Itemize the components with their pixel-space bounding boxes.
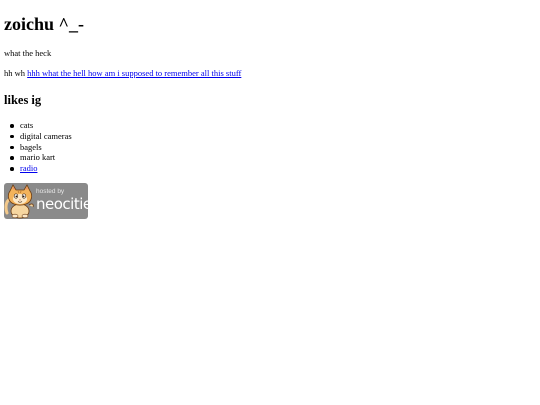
- intro-link[interactable]: hhh what the hell how am i supposed to r…: [27, 68, 241, 78]
- likes-item-label: bagels: [20, 141, 42, 152]
- neocities-cat-icon: [4, 184, 34, 219]
- bullet-icon: [10, 167, 14, 171]
- likes-item-link-radio[interactable]: radio: [20, 163, 37, 173]
- likes-item-label: digital cameras: [20, 130, 72, 141]
- list-item: mario kart: [4, 152, 72, 163]
- intro-prefix-text: hh wh: [4, 68, 26, 78]
- likes-item-label: mario kart: [20, 152, 56, 163]
- list-item: cats: [4, 120, 72, 131]
- bullet-icon: [10, 124, 14, 128]
- badge-brand-label: neocities: [36, 195, 88, 213]
- badge-hosted-label: hosted by: [36, 188, 65, 195]
- subtitle-text: what the heck: [4, 48, 52, 58]
- list-item: digital cameras: [4, 131, 72, 142]
- page-title: zoichu ^_-: [4, 14, 84, 34]
- list-item: radio: [4, 163, 72, 174]
- bullet-icon: [10, 145, 14, 149]
- neocities-badge[interactable]: hosted by neocities: [4, 183, 88, 219]
- list-item: bagels: [4, 142, 72, 153]
- bullet-icon: [10, 134, 14, 139]
- likes-item-label: cats: [20, 120, 34, 130]
- likes-heading: likes ig: [4, 93, 42, 107]
- bullet-icon: [10, 156, 14, 160]
- likes-list: cats digital cameras bagels mario kart r…: [4, 120, 72, 174]
- intro-line: hh wh hhh what the hell how am i suppose…: [4, 68, 241, 79]
